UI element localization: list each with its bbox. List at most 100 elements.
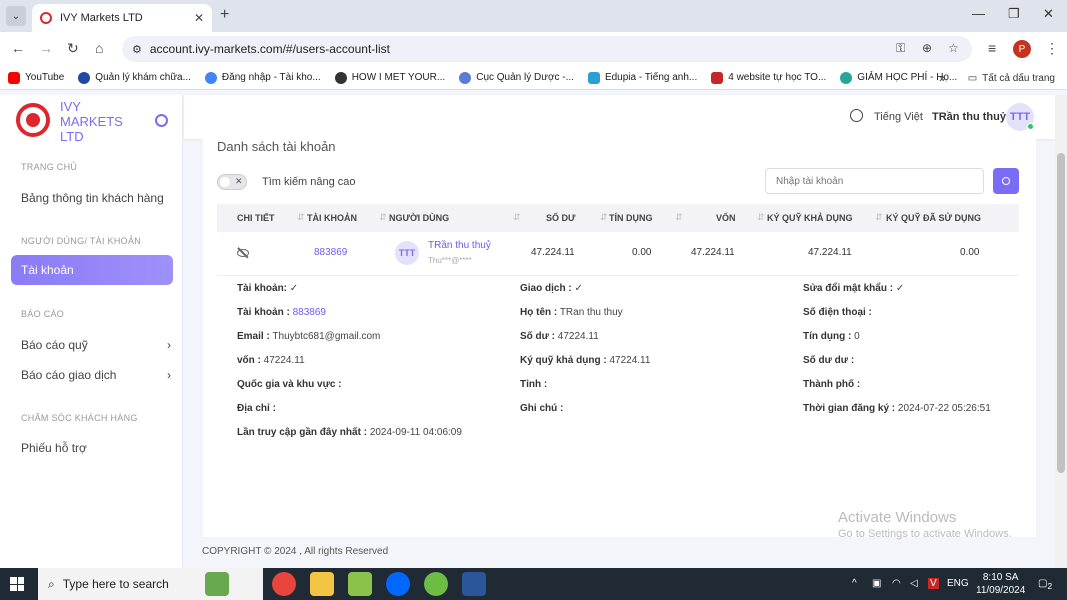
taskbar-clock[interactable]: 8:10 SA 11/09/2024 xyxy=(976,571,1025,597)
col-header-balance[interactable]: SỐ DƯ xyxy=(546,213,575,223)
col-header-used-margin[interactable]: KÝ QUỸ ĐÃ SỬ DỤNG xyxy=(886,213,981,223)
network-icon[interactable]: ▣ xyxy=(872,578,881,589)
bookmark-item[interactable]: Edupia - Tiếng anh... xyxy=(587,71,697,84)
detail-province: Tỉnh : xyxy=(520,379,548,390)
advanced-search-toggle[interactable]: ✕ xyxy=(217,174,247,190)
chevron-up-icon[interactable]: ^ xyxy=(852,578,857,589)
site-settings-icon[interactable]: ⚙ xyxy=(132,43,142,56)
activate-windows-title: Activate Windows xyxy=(838,509,957,526)
user-avatar: TTT xyxy=(395,241,419,265)
windows-start-icon[interactable] xyxy=(10,577,24,591)
sort-icon[interactable]: ⇵ xyxy=(297,212,305,223)
address-bar[interactable]: ⚙ account.ivy-markets.com/#/users-accoun… xyxy=(122,36,972,62)
sidebar-item-dashboard[interactable]: Bảng thông tin khách hàng xyxy=(21,191,171,205)
bookmark-star-icon[interactable]: ☆ xyxy=(948,41,959,55)
sort-icon[interactable]: ⇵ xyxy=(757,212,765,223)
home-icon[interactable]: ⌂ xyxy=(95,40,103,56)
sort-icon[interactable]: ⇵ xyxy=(379,212,387,223)
bookmark-item[interactable]: YouTube xyxy=(8,71,64,84)
bookmarks-overflow[interactable]: » xyxy=(939,71,946,85)
sidebar-item-fund-report[interactable]: Báo cáo quỹ › xyxy=(21,338,171,352)
detail-email: Email : Thuybtc681@gmail.com xyxy=(237,331,381,342)
app-icon[interactable] xyxy=(348,572,372,596)
col-header-capital[interactable]: VỐN xyxy=(716,213,736,223)
scrollbar-thumb[interactable] xyxy=(1057,153,1065,473)
bookmarks-bar: YouTube Quản lý khám chữa... Đăng nhập -… xyxy=(0,66,1067,90)
col-header-detail[interactable]: CHI TIẾT xyxy=(237,213,275,223)
online-status-dot xyxy=(1027,123,1034,130)
balance-value: 47.224.11 xyxy=(531,247,575,258)
col-header-user[interactable]: NGƯỜI DÙNG xyxy=(389,213,449,223)
sort-icon[interactable]: ⇵ xyxy=(513,212,521,223)
windows-taskbar: ⌕ Type here to search ^ ▣ ◠ ◁ V ENG 8:10… xyxy=(0,568,1067,600)
sidebar-item-support-ticket[interactable]: Phiếu hỗ trợ xyxy=(21,441,171,455)
account-number-link[interactable]: 883869 xyxy=(314,247,347,258)
forward-icon[interactable]: → xyxy=(39,40,53,56)
google-icon xyxy=(204,71,217,84)
search-icon xyxy=(1002,177,1010,185)
window-close-icon[interactable]: ✕ xyxy=(1043,6,1054,22)
youtube-icon xyxy=(8,71,20,84)
language-chat-icon[interactable] xyxy=(850,109,863,122)
bookmark-item[interactable]: 4 website tự học TO... xyxy=(711,71,826,84)
detail-account-permission: Tài khoản: ✓ xyxy=(237,283,299,294)
browser-tab[interactable]: IVY Markets LTD ✕ xyxy=(32,4,212,32)
toggle-knob xyxy=(220,177,230,187)
username[interactable]: TRần thu thuỷ xyxy=(932,111,1006,123)
account-list-card: Danh sách tài khoản ✕ Tìm kiếm nâng cao … xyxy=(203,139,1036,537)
minimize-icon[interactable]: — xyxy=(972,6,985,21)
chrome-icon[interactable] xyxy=(272,572,296,596)
bookmark-item[interactable]: Quản lý khám chữa... xyxy=(78,71,191,84)
back-icon[interactable]: ← xyxy=(11,40,25,56)
sidebar-item-trade-report[interactable]: Báo cáo giao dịch › xyxy=(21,368,171,382)
profile-avatar[interactable]: P xyxy=(1013,40,1031,58)
sort-icon[interactable]: ⇵ xyxy=(875,212,883,223)
sidebar-item-accounts[interactable]: Tài khoản xyxy=(11,255,173,285)
notification-icon[interactable]: ▢2 xyxy=(1038,578,1052,591)
password-key-icon[interactable]: ⚿ xyxy=(896,41,905,56)
app-topbar: Tiếng Việt TRần thu thuỷ TTT xyxy=(184,95,1055,139)
media-control-icon[interactable]: ≡ xyxy=(988,40,996,56)
all-bookmarks-link[interactable]: Tất cả dấu trang xyxy=(982,73,1055,84)
taskbar-search[interactable]: ⌕ Type here to search xyxy=(38,568,263,600)
page-title: Danh sách tài khoản xyxy=(217,139,336,154)
reload-icon[interactable]: ↻ xyxy=(67,40,79,57)
input-language[interactable]: ENG xyxy=(947,578,969,589)
account-search-input[interactable] xyxy=(765,168,984,194)
page-scrollbar[interactable] xyxy=(1055,95,1067,568)
sort-icon[interactable]: ⇵ xyxy=(675,212,683,223)
castle-search-highlight-icon xyxy=(205,572,229,596)
search-icon: ⌕ xyxy=(48,576,55,591)
detail-phone: Số điện thoại : xyxy=(803,307,872,318)
restore-icon[interactable]: ❐ xyxy=(1008,6,1020,22)
detail-surplus: Số dư dư : xyxy=(803,355,855,366)
new-tab-icon[interactable]: + xyxy=(220,6,229,24)
col-header-free-margin[interactable]: KÝ QUỸ KHẢ DỤNG xyxy=(767,213,853,223)
bookmark-item[interactable]: Đăng nhập - Tài kho... xyxy=(204,71,321,84)
eye-off-icon[interactable] xyxy=(237,249,249,257)
bookmark-item[interactable]: Cục Quản lý Dược -... xyxy=(459,71,574,84)
footer-copyright: COPYRIGHT © 2024 , All rights Reserved xyxy=(202,546,389,557)
user-name-link[interactable]: TRần thu thuỷ xyxy=(428,240,491,251)
sort-icon[interactable]: ⇵ xyxy=(600,212,608,223)
search-button[interactable] xyxy=(993,168,1019,194)
tab-search-button[interactable]: ⌄ xyxy=(6,6,26,26)
zoom-icon[interactable]: ⊕ xyxy=(922,41,932,55)
col-header-account[interactable]: TÀI KHOẢN xyxy=(307,213,357,223)
col-header-credit[interactable]: TÍN DỤNG xyxy=(609,213,653,223)
zalo-icon[interactable] xyxy=(386,572,410,596)
bookmark-item[interactable]: HOW I MET YOUR... xyxy=(334,71,445,84)
wifi-icon[interactable]: ◠ xyxy=(892,578,901,589)
word-icon[interactable] xyxy=(462,572,486,596)
ivy-favicon-icon xyxy=(40,12,52,24)
app-icon[interactable] xyxy=(424,572,448,596)
language-selector[interactable]: Tiếng Việt xyxy=(874,111,923,123)
kebab-menu-icon[interactable]: ⋮ xyxy=(1045,40,1059,57)
detail-note: Ghi chú : xyxy=(520,403,564,414)
volume-icon[interactable]: ◁ xyxy=(910,578,918,589)
tab-title: IVY Markets LTD xyxy=(60,12,143,24)
vpn-icon[interactable]: V xyxy=(928,578,939,589)
close-icon[interactable]: ✕ xyxy=(194,11,204,25)
file-explorer-icon[interactable] xyxy=(310,572,334,596)
sidebar-toggle-icon[interactable] xyxy=(155,114,168,127)
